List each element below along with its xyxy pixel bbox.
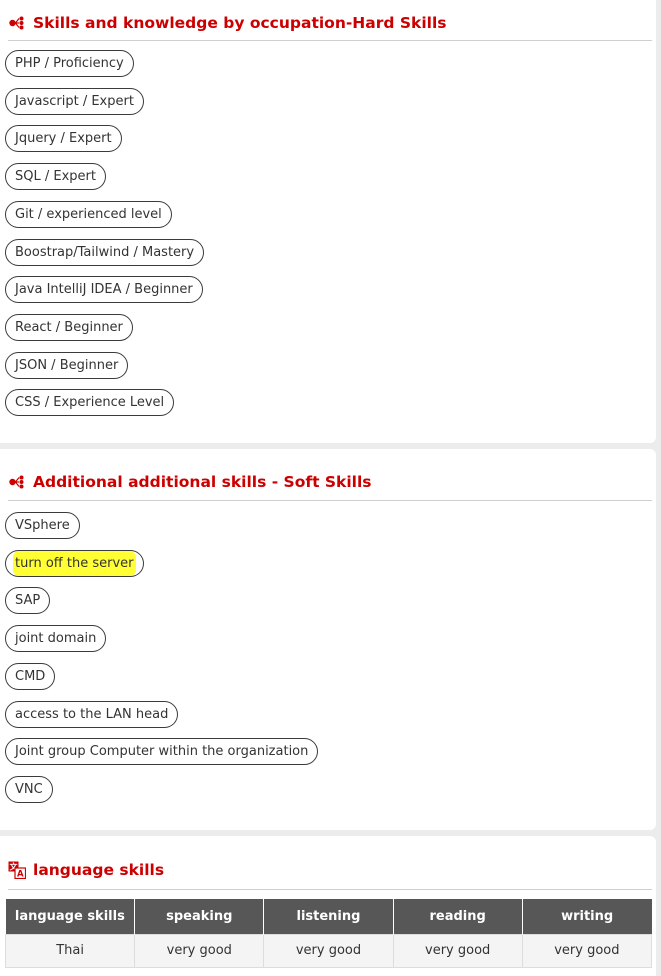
column-header: language skills bbox=[5, 899, 136, 934]
skill-chip-label: VSphere bbox=[15, 518, 70, 533]
skill-chip: joint domain bbox=[5, 625, 107, 653]
skill-chip: Jquery / Expert bbox=[5, 125, 122, 153]
hard-skills-title: Skills and knowledge by occupation-Hard … bbox=[33, 14, 447, 32]
skill-chip-label: turn off the server bbox=[13, 550, 136, 576]
skills-tree-icon bbox=[8, 473, 26, 491]
table-cell: Thai bbox=[4, 933, 136, 968]
skill-chip-label: Jquery / Expert bbox=[15, 131, 112, 147]
skill-chip: Boostrap/Tailwind / Mastery bbox=[5, 238, 205, 266]
skill-chip-label: CMD bbox=[15, 668, 46, 684]
soft-skills-title: Additional additional skills - Soft Skil… bbox=[33, 473, 372, 491]
table-cell: very good bbox=[134, 933, 265, 968]
skill-chip-label: Joint group Computer within the organiza… bbox=[15, 744, 309, 760]
skill-chip: turn off the server bbox=[5, 549, 144, 577]
skill-chip: access to the LAN head bbox=[5, 700, 179, 728]
skill-chip: JSON / Beginner bbox=[5, 351, 129, 379]
skill-chip-label: Git / experienced level bbox=[15, 206, 162, 222]
skill-chip: CMD bbox=[5, 662, 56, 690]
column-header: writing bbox=[522, 899, 652, 934]
table-cell: very good bbox=[263, 933, 394, 968]
skill-chip-label: JSON / Beginner bbox=[15, 357, 119, 373]
language-skills-header: 文 A language skills bbox=[8, 850, 652, 890]
skill-chip-label: joint domain bbox=[15, 631, 97, 647]
column-header: listening bbox=[263, 899, 394, 934]
language-skills-card: 文 A language skills language skills spea… bbox=[0, 836, 656, 976]
table-row: Thai very good very good very good very … bbox=[4, 933, 653, 968]
language-skills-title: language skills bbox=[33, 860, 165, 879]
column-header: speaking bbox=[134, 899, 265, 934]
skill-chip-label: PHP / Proficiency bbox=[15, 56, 124, 71]
translate-icon: 文 A bbox=[8, 861, 26, 879]
svg-text:A: A bbox=[17, 869, 24, 878]
skill-chip: SAP bbox=[5, 587, 51, 615]
skill-chip-label: SQL / Expert bbox=[15, 169, 96, 185]
soft-skills-card: Additional additional skills - Soft Skil… bbox=[0, 449, 656, 830]
table-cell: very good bbox=[392, 933, 523, 968]
skill-chip-label: React / Beginner bbox=[15, 319, 123, 335]
skill-chip: Javascript / Expert bbox=[5, 87, 144, 115]
skill-chip: VSphere bbox=[5, 512, 80, 539]
skill-chip: Java IntelliJ IDEA / Beginner bbox=[5, 276, 203, 304]
skills-tree-icon bbox=[8, 14, 26, 32]
skill-chip-label: SAP bbox=[15, 593, 41, 609]
language-skills-table: language skills speaking listening readi… bbox=[4, 899, 653, 968]
skill-chip-label: access to the LAN head bbox=[15, 706, 169, 722]
table-header-row: language skills speaking listening readi… bbox=[5, 899, 652, 934]
skill-chip-label: Javascript / Expert bbox=[15, 93, 134, 109]
skill-chip-label: CSS / Experience Level bbox=[15, 395, 165, 411]
hard-skills-header: Skills and knowledge by occupation-Hard … bbox=[8, 6, 652, 41]
table-cell: very good bbox=[521, 933, 653, 968]
skill-chip: React / Beginner bbox=[5, 313, 133, 341]
skill-chip: PHP / Proficiency bbox=[5, 50, 134, 77]
skill-chip-label: VNC bbox=[15, 781, 43, 797]
soft-skills-header: Additional additional skills - Soft Skil… bbox=[8, 464, 652, 501]
hard-skills-card: Skills and knowledge by occupation-Hard … bbox=[0, 0, 656, 443]
skill-chip: SQL / Expert bbox=[5, 163, 106, 191]
column-header: reading bbox=[393, 899, 523, 934]
skill-chip: Git / experienced level bbox=[5, 200, 172, 228]
skill-chip-label: Java IntelliJ IDEA / Beginner bbox=[15, 282, 193, 298]
skill-chip: Joint group Computer within the organiza… bbox=[5, 738, 319, 766]
skill-chip: VNC bbox=[5, 775, 53, 803]
skill-chip-label: Boostrap/Tailwind / Mastery bbox=[15, 244, 195, 260]
skill-chip: CSS / Experience Level bbox=[5, 389, 175, 417]
